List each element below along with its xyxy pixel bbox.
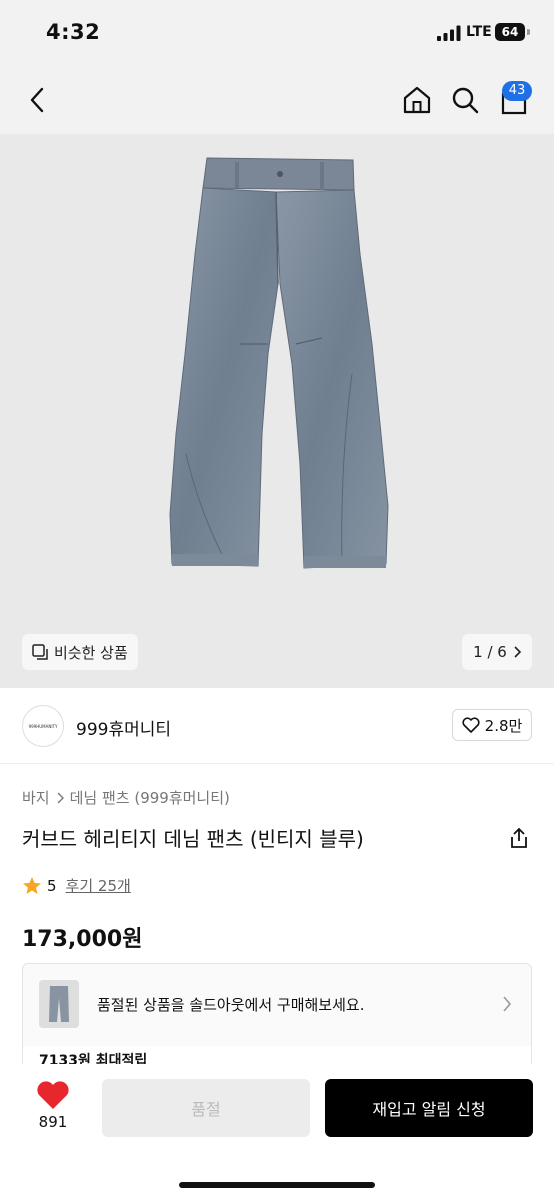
search-button[interactable]: [445, 80, 485, 120]
home-icon: [403, 86, 431, 114]
chevron-left-icon: [30, 87, 44, 113]
jeans-thumbnail-icon: [49, 986, 69, 1022]
chevron-right-icon: [503, 996, 512, 1012]
status-bar: 4:32 LTE 64: [0, 0, 554, 66]
battery-tip: [527, 29, 530, 35]
heart-filled-icon[interactable]: [36, 1080, 70, 1110]
brand-like-count: 2.8만: [484, 716, 523, 735]
home-indicator: [179, 1182, 375, 1188]
product-image: [169, 157, 389, 569]
similar-items-icon: [32, 644, 48, 660]
soldout-product-thumbnail: [39, 980, 79, 1028]
brand-like-button[interactable]: 2.8만: [452, 709, 532, 741]
chevron-right-icon: [514, 646, 521, 658]
nav-bar: [0, 66, 554, 134]
battery-icon: 64: [495, 23, 525, 41]
soldout-button: 품절: [102, 1079, 310, 1137]
image-page-indicator[interactable]: 1 / 6: [462, 634, 532, 670]
rating-row: 5 후기 25개: [22, 875, 131, 896]
search-icon: [452, 87, 479, 114]
brand-logo-text: 999HUMANITY: [28, 723, 58, 729]
status-time: 4:32: [46, 20, 101, 44]
network-label: LTE: [466, 24, 492, 40]
share-icon[interactable]: [507, 826, 531, 850]
breadcrumb: 바지 데님 팬츠 (999휴머니티): [22, 787, 230, 808]
review-count-link[interactable]: 후기 25개: [66, 875, 131, 896]
rating-score: 5: [47, 876, 57, 895]
signal-icon: [437, 25, 461, 41]
product-price: 173,000원: [22, 927, 143, 952]
brand-name[interactable]: 999휴머니티: [76, 715, 171, 740]
chevron-right-icon: [57, 792, 64, 803]
breadcrumb-item-category[interactable]: 바지: [22, 787, 50, 808]
like-count: 891: [38, 1113, 68, 1131]
product-title: 커브드 헤리티지 데님 팬츠 (빈티지 블루): [22, 827, 364, 851]
back-button[interactable]: [18, 80, 58, 120]
home-button[interactable]: [397, 80, 437, 120]
bottom-action-bar: 891 품절 재입고 알림 신청: [0, 1064, 554, 1200]
brand-row[interactable]: 999HUMANITY 999휴머니티 2.8만: [0, 688, 554, 764]
page-indicator-label: 1 / 6: [473, 643, 507, 661]
max-points-text: 7133원 최대적립: [22, 1046, 532, 1066]
breadcrumb-item-subcategory[interactable]: 데님 팬츠 (999휴머니티): [70, 787, 230, 808]
brand-logo[interactable]: 999HUMANITY: [22, 705, 64, 747]
cart-count-badge: 43: [502, 81, 532, 101]
product-image-gallery[interactable]: 비슷한 상품 1 / 6: [0, 134, 554, 688]
soldout-notice-text: 품절된 상품을 솔드아웃에서 구매해보세요.: [97, 996, 365, 1014]
heart-outline-icon: [462, 717, 480, 733]
star-icon: [23, 877, 41, 894]
restock-alert-button[interactable]: 재입고 알림 신청: [325, 1079, 533, 1137]
similar-products-label: 비슷한 상품: [54, 643, 128, 662]
similar-products-button[interactable]: 비슷한 상품: [22, 634, 138, 670]
